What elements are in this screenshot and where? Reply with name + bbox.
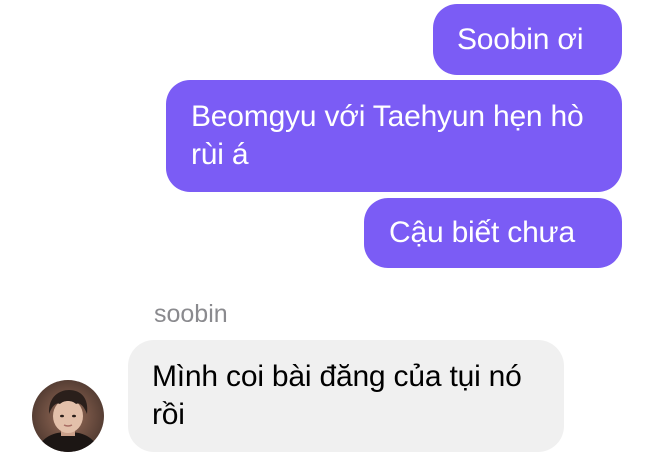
outgoing-message-bubble[interactable]: Beomgyu với Taehyun hẹn hò rùi á xyxy=(166,80,622,192)
outgoing-message-bubble[interactable]: Cậu biết chưa xyxy=(364,198,622,268)
sender-name: soobin xyxy=(154,300,228,328)
message-thread: Soobin ơi Beomgyu với Taehyun hẹn hò rùi… xyxy=(0,0,646,464)
outgoing-message-bubble[interactable]: Soobin ơi xyxy=(433,4,622,75)
avatar[interactable] xyxy=(32,380,104,452)
incoming-message-bubble[interactable]: Mình coi bài đăng của tụi nó rồi xyxy=(128,340,564,452)
profile-photo-icon xyxy=(32,380,104,452)
